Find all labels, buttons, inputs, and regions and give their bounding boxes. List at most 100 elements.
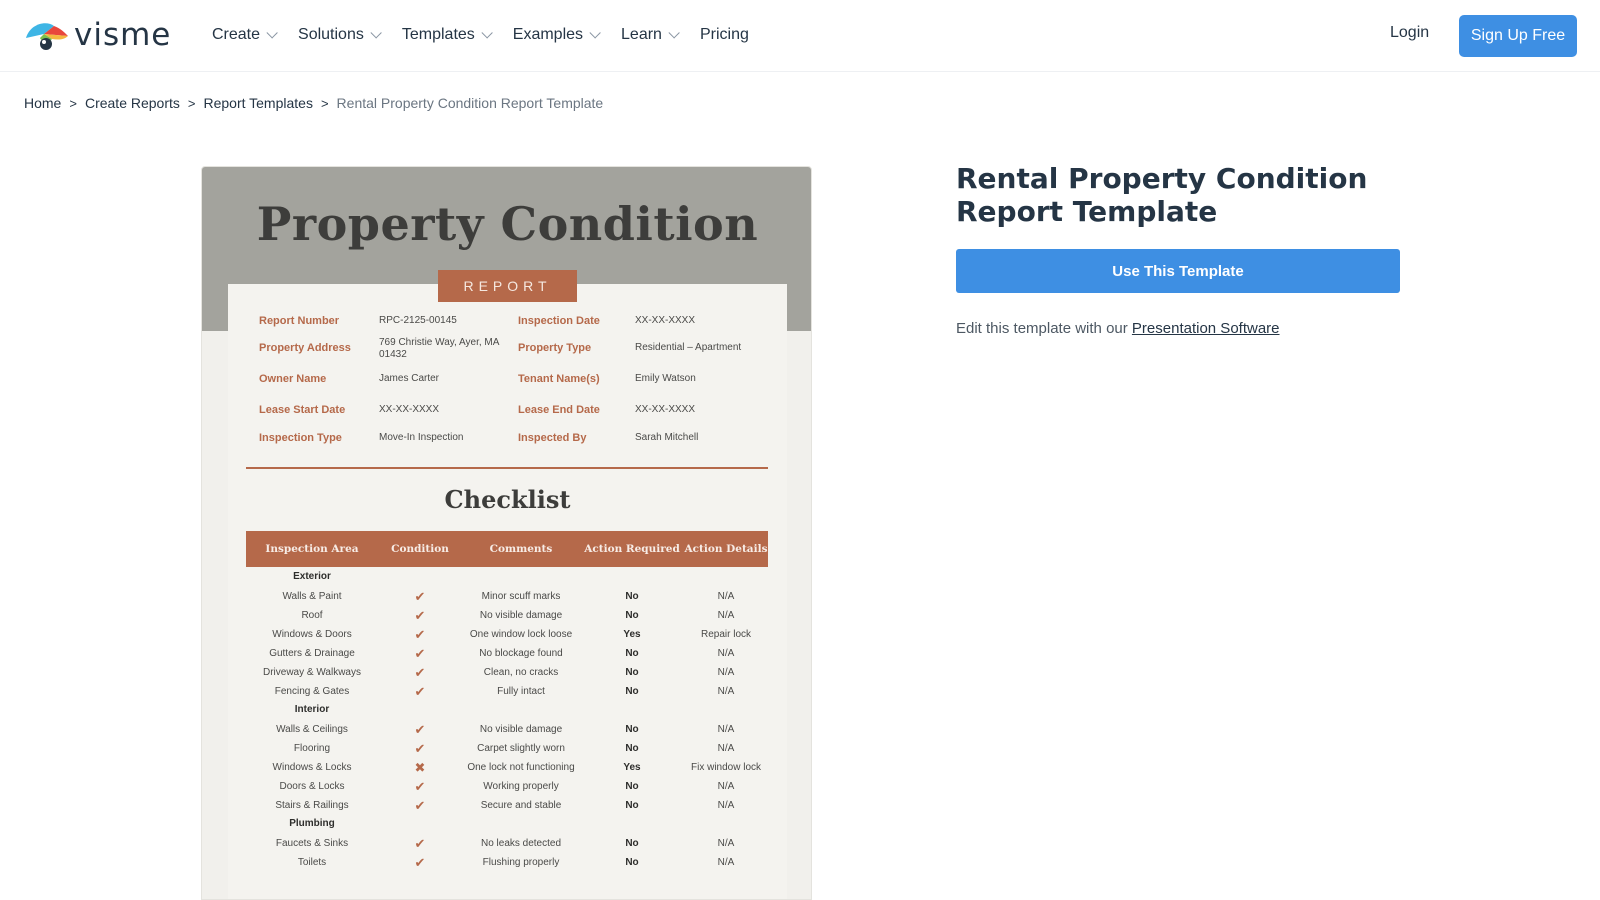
info-label: Inspection Date bbox=[518, 315, 600, 327]
section-label: Exterior bbox=[293, 571, 331, 582]
cell-action: No bbox=[625, 781, 639, 792]
cell-comment: Minor scuff marks bbox=[481, 591, 561, 602]
cell-comment: No visible damage bbox=[479, 610, 563, 621]
nav-templates[interactable]: Templates bbox=[401, 24, 493, 46]
nav-pricing[interactable]: Pricing bbox=[700, 24, 749, 46]
info-label: Inspected By bbox=[518, 432, 587, 444]
breadcrumb-separator: > bbox=[69, 95, 77, 111]
checkmark-icon: ✔ bbox=[414, 589, 426, 604]
checkmark-icon: ✔ bbox=[414, 722, 426, 737]
cell-comment: Carpet slightly worn bbox=[477, 743, 565, 754]
cell-comment: One window lock loose bbox=[469, 629, 573, 640]
presentation-software-link[interactable]: Presentation Software bbox=[1132, 320, 1280, 337]
info-label: Property Address bbox=[259, 342, 351, 354]
cell-details: N/A bbox=[717, 743, 735, 754]
chevron-down-icon bbox=[266, 27, 278, 39]
nav-examples[interactable]: Examples bbox=[512, 24, 601, 46]
cell-action: No bbox=[625, 724, 639, 735]
checkmark-icon: ✔ bbox=[414, 627, 426, 642]
info-label: Lease Start Date bbox=[259, 404, 346, 416]
column-header: Condition bbox=[391, 543, 449, 555]
breadcrumb-separator: > bbox=[320, 95, 329, 111]
visme-logo[interactable]: visme bbox=[24, 18, 171, 52]
info-value: XX-XX-XXXX bbox=[379, 404, 440, 415]
section-divider bbox=[246, 467, 768, 469]
cell-area: Stairs & Railings bbox=[275, 800, 349, 811]
cell-details: Repair lock bbox=[700, 629, 752, 640]
breadcrumb-separator: > bbox=[187, 95, 196, 111]
cell-action: No bbox=[625, 743, 639, 754]
info-value: RPC-2125-00145 bbox=[379, 315, 457, 326]
checkmark-icon: ✔ bbox=[414, 684, 426, 699]
info-value: Emily Watson bbox=[635, 373, 696, 384]
template-preview[interactable]: Property Condition REPORT Report Number … bbox=[201, 166, 812, 900]
cell-area: Walls & Paint bbox=[282, 591, 342, 602]
nav-create[interactable]: Create bbox=[212, 24, 278, 46]
cell-area: Driveway & Walkways bbox=[263, 667, 361, 678]
column-header: Action Details bbox=[684, 543, 768, 555]
cell-details: N/A bbox=[717, 591, 735, 602]
cell-details: N/A bbox=[717, 686, 735, 697]
nav-label: Templates bbox=[401, 26, 475, 43]
nav-label: Create bbox=[212, 26, 261, 43]
section-label: Interior bbox=[294, 704, 330, 715]
info-label: Owner Name bbox=[259, 373, 327, 385]
info-value: 769 Christie Way, Ayer, MA 01432 bbox=[379, 337, 499, 360]
edit-note-text: Edit this template with our bbox=[956, 320, 1128, 337]
cell-comment: Fully intact bbox=[497, 686, 545, 697]
brand-name: visme bbox=[74, 17, 172, 53]
breadcrumb-current: Rental Property Condition Report Templat… bbox=[336, 95, 604, 111]
cell-comment: Flushing properly bbox=[482, 857, 560, 868]
nav-learn[interactable]: Learn bbox=[621, 24, 680, 46]
info-value: XX-XX-XXXX bbox=[635, 315, 696, 326]
checkmark-icon: ✔ bbox=[414, 855, 426, 870]
column-header: Action Required bbox=[584, 543, 680, 555]
cell-area: Walls & Ceilings bbox=[276, 724, 348, 735]
cell-comment: One lock not functioning bbox=[467, 762, 575, 773]
cell-details: N/A bbox=[717, 610, 735, 621]
breadcrumb-create-reports[interactable]: Create Reports bbox=[85, 95, 180, 111]
checkmark-icon: ✔ bbox=[414, 608, 426, 623]
cell-area: Doors & Locks bbox=[279, 781, 345, 792]
nav-solutions[interactable]: Solutions bbox=[298, 24, 382, 46]
cell-area: Faucets & Sinks bbox=[275, 838, 349, 849]
info-label: Inspection Type bbox=[259, 432, 342, 444]
cell-comment: Working properly bbox=[483, 781, 559, 792]
cell-action: No bbox=[625, 800, 639, 811]
login-link[interactable]: Login bbox=[1390, 24, 1429, 42]
cell-details: N/A bbox=[717, 648, 735, 659]
info-label: Lease End Date bbox=[518, 404, 600, 416]
cell-details: N/A bbox=[717, 838, 735, 849]
chevron-down-icon bbox=[481, 27, 493, 39]
cell-area: Fencing & Gates bbox=[274, 686, 350, 697]
edit-note: Edit this template with our Presentation… bbox=[956, 320, 1280, 337]
info-label: Property Type bbox=[518, 342, 592, 354]
cell-area: Toilets bbox=[297, 857, 327, 868]
cell-area: Windows & Doors bbox=[272, 629, 352, 640]
report-tag: REPORT bbox=[438, 270, 577, 302]
nav-label: Learn bbox=[621, 26, 662, 43]
checkmark-icon: ✔ bbox=[414, 646, 426, 661]
checkmark-icon: ✔ bbox=[414, 741, 426, 756]
breadcrumb-report-templates[interactable]: Report Templates bbox=[203, 95, 312, 111]
nav-label: Examples bbox=[512, 26, 584, 43]
nav-label: Solutions bbox=[298, 26, 364, 43]
checklist-table-header: Inspection Area Condition Comments Actio… bbox=[246, 531, 768, 567]
use-template-button[interactable]: Use This Template bbox=[956, 249, 1400, 293]
cell-comment: Clean, no cracks bbox=[483, 667, 559, 678]
signup-button[interactable]: Sign Up Free bbox=[1459, 15, 1577, 57]
cell-comment: Secure and stable bbox=[480, 800, 562, 811]
info-label: Report Number bbox=[259, 315, 340, 327]
cell-details: N/A bbox=[717, 667, 735, 678]
breadcrumb-home[interactable]: Home bbox=[24, 95, 61, 111]
nav-label: Pricing bbox=[699, 26, 749, 43]
info-value: XX-XX-XXXX bbox=[635, 404, 696, 415]
cell-details: N/A bbox=[717, 781, 735, 792]
cell-area: Gutters & Drainage bbox=[269, 648, 355, 659]
info-value: Sarah Mitchell bbox=[635, 432, 699, 443]
cell-action: Yes bbox=[623, 629, 641, 640]
checklist-title: Checklist bbox=[444, 485, 571, 514]
cell-action: No bbox=[625, 610, 639, 621]
cell-details: N/A bbox=[717, 857, 735, 868]
cell-area: Windows & Locks bbox=[272, 762, 352, 773]
